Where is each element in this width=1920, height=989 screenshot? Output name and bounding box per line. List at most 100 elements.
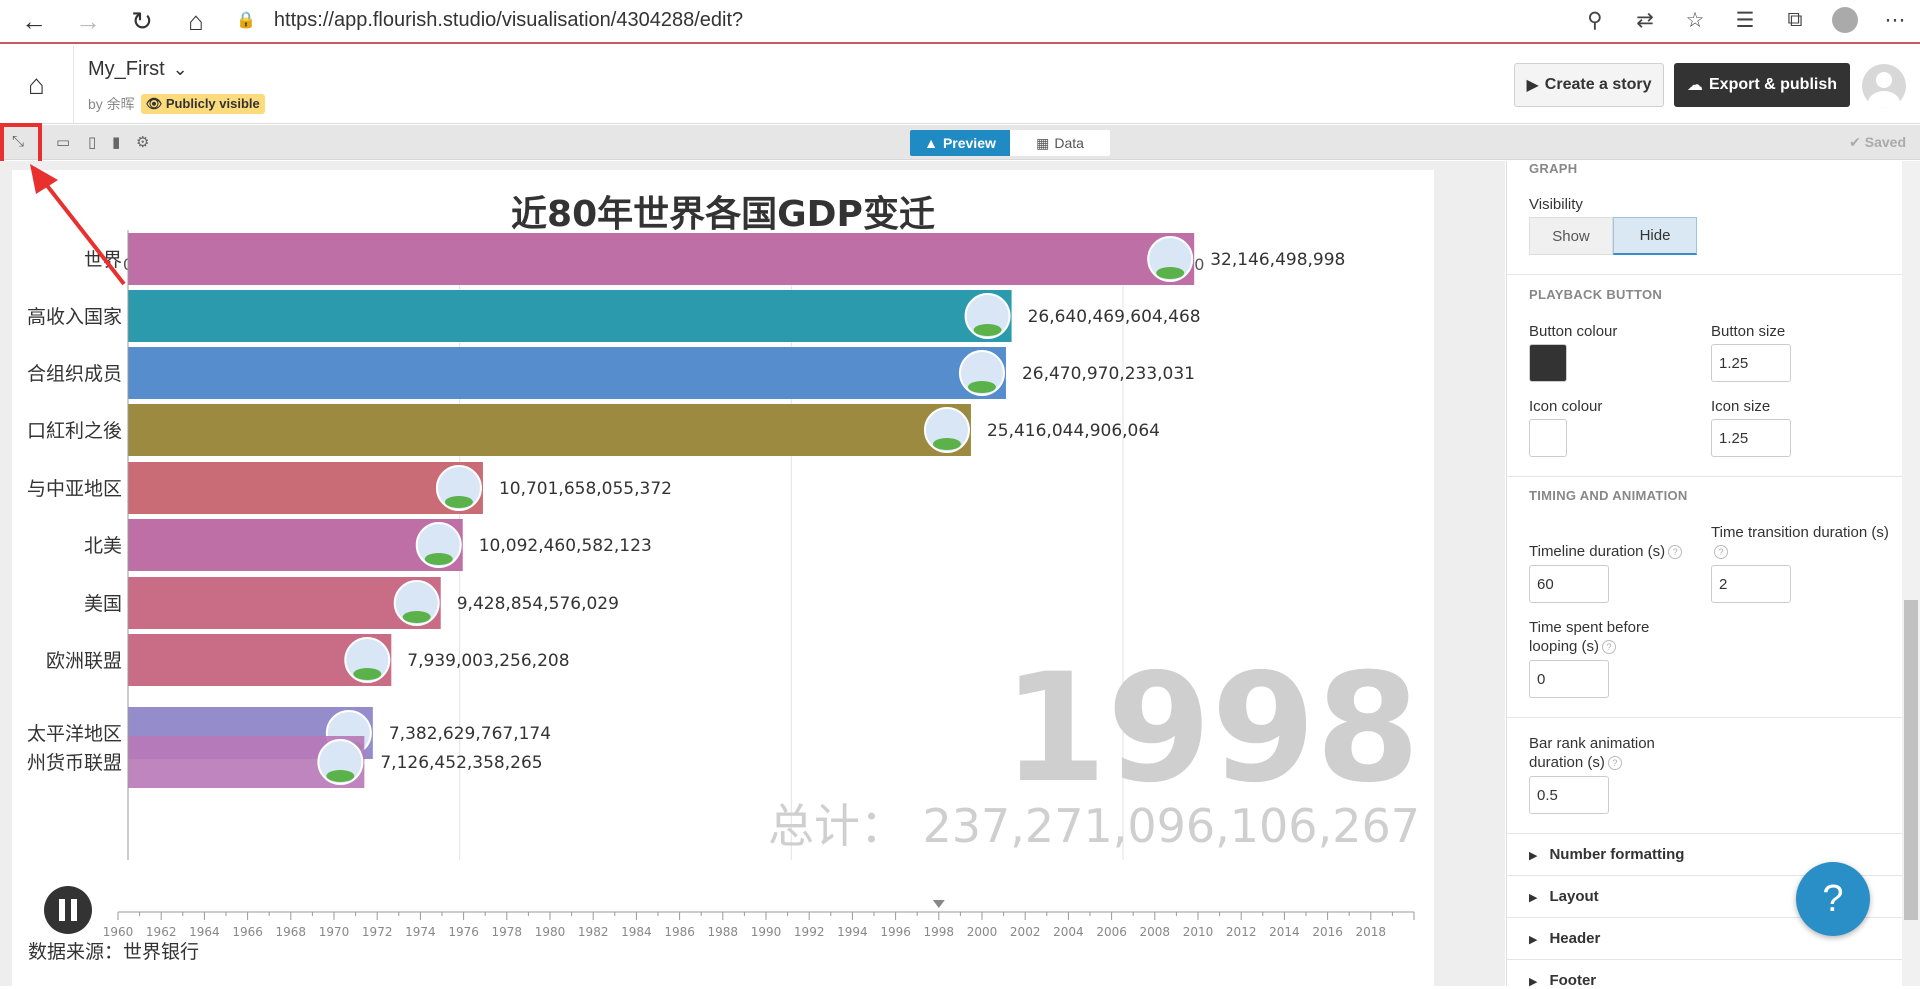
timeline-year-label: 1998 — [924, 925, 955, 939]
accordion-header[interactable]: ▶ Header — [1529, 930, 1600, 947]
timeline-year-label: 2002 — [1010, 925, 1041, 939]
current-year: 1998 — [1003, 642, 1420, 816]
cloud-upload-icon: ☁ — [1687, 77, 1703, 94]
bar-category-label: 欧洲联盟 — [46, 650, 122, 672]
icon-colour-swatch[interactable] — [1529, 419, 1567, 457]
tab-preview[interactable]: ▲ Preview — [910, 130, 1010, 156]
total-label: 总计： — [768, 799, 906, 853]
app-home-icon[interactable]: ⌂ — [0, 46, 74, 124]
star-icon[interactable]: ☆ — [1670, 8, 1720, 33]
timeline-year-label: 1994 — [837, 925, 868, 939]
timeline-year-label: 1972 — [362, 925, 393, 939]
accordion-footer[interactable]: ▶ Footer — [1529, 972, 1596, 989]
collections-icon[interactable]: ⧉ — [1770, 8, 1820, 32]
timeline-duration-text: Timeline duration (s) — [1529, 543, 1666, 560]
source-note: 数据来源：世界银行 — [28, 941, 199, 963]
more-icon[interactable]: ⋯ — [1870, 8, 1920, 33]
bar-image-grass — [932, 438, 961, 450]
mobile-icon[interactable]: ▮ — [112, 133, 120, 151]
bar-category-label: 北美 — [84, 535, 122, 557]
visibility-label: Visibility — [1529, 196, 1583, 213]
author: by 余晖 — [88, 96, 135, 112]
hide-option[interactable]: Hide — [1613, 217, 1697, 255]
bar-value-label: 25,416,044,906,064 — [987, 421, 1160, 441]
timeline-year-label: 1980 — [535, 925, 566, 939]
favorites-icon[interactable]: ☰ — [1720, 8, 1770, 33]
help-icon[interactable]: ? — [1607, 756, 1622, 771]
lock-icon: 🔒 — [236, 12, 256, 29]
bar — [128, 233, 1195, 285]
help-icon[interactable]: ? — [1714, 545, 1728, 560]
chevron-down-icon: ⌄ — [172, 59, 188, 79]
help-icon[interactable]: ? — [1602, 640, 1617, 655]
key-icon[interactable]: ⚲ — [1570, 8, 1620, 33]
project-title[interactable]: My_First ⌄ — [88, 58, 188, 81]
timeline-year-label: 1976 — [448, 925, 479, 939]
bar-value-label: 7,126,452,358,265 — [380, 753, 542, 773]
home-icon[interactable]: ⌂ — [176, 1, 216, 41]
time-transition-input[interactable]: 2 — [1711, 565, 1791, 603]
timeline-year-label: 1962 — [146, 925, 177, 939]
bar-value-label: 32,146,498,998 — [1210, 250, 1345, 270]
timeline-year-label: 1982 — [578, 925, 609, 939]
icon-size-input[interactable]: 1.25 — [1711, 419, 1791, 457]
timeline-duration-input[interactable]: 60 — [1529, 565, 1609, 603]
bar-value-label: 26,470,970,233,031 — [1022, 364, 1195, 384]
divider — [1507, 274, 1920, 275]
caret-right-icon: ▶ — [1529, 976, 1538, 988]
timeline-year-label: 2014 — [1269, 925, 1300, 939]
accordion-layout[interactable]: ▶ Layout — [1529, 888, 1599, 905]
playback-section-title: PLAYBACK BUTTON — [1529, 287, 1663, 302]
icon-colour-label: Icon colour — [1529, 398, 1603, 415]
bar-category-label: 太平洋地区 — [27, 723, 122, 745]
eye-icon: 👁 — [145, 96, 166, 111]
divider — [1507, 476, 1920, 477]
panel-scrollbar-thumb[interactable] — [1904, 600, 1918, 920]
time-spent-text: Time spent before looping (s) — [1529, 619, 1650, 655]
divider — [1507, 959, 1920, 960]
address-bar[interactable]: 🔒 https://app.flourish.studio/visualisat… — [236, 0, 743, 40]
avatar[interactable] — [1862, 64, 1906, 108]
saved-text: Saved — [1864, 134, 1906, 150]
timeline-year-label: 1992 — [794, 925, 825, 939]
tab-preview-label: Preview — [942, 135, 996, 151]
tablet-icon[interactable]: ▯ — [88, 133, 96, 151]
create-story-label: Create a story — [1544, 76, 1652, 93]
create-story-button[interactable]: ▶ Create a story — [1514, 63, 1664, 107]
timeline-year-label: 1988 — [708, 925, 739, 939]
help-icon[interactable]: ? — [1668, 545, 1683, 560]
help-button[interactable]: ? — [1796, 862, 1870, 936]
settings-panel: GRAPH Visibility Show Hide PLAYBACK BUTT… — [1506, 161, 1920, 989]
forward-icon[interactable]: → — [68, 1, 108, 41]
caret-right-icon: ▶ — [1529, 934, 1538, 946]
translate-icon[interactable]: ⇄ — [1620, 8, 1670, 33]
visibility-badge[interactable]: 👁 Publicly visible — [140, 94, 265, 114]
button-size-input[interactable]: 1.25 — [1711, 344, 1791, 382]
timing-section-title: TIMING AND ANIMATION — [1529, 488, 1688, 503]
bar — [128, 462, 483, 514]
caret-right-icon: ▶ — [1529, 850, 1538, 862]
accordion-number-formatting[interactable]: ▶ Number formatting — [1529, 846, 1684, 863]
caret-right-icon: ▶ — [1529, 892, 1538, 904]
bar-rank-input[interactable]: 0.5 — [1529, 776, 1609, 814]
tab-data[interactable]: ▦ Data — [1010, 130, 1110, 156]
profile-icon[interactable] — [1832, 7, 1858, 33]
desktop-icon[interactable]: ▭ — [56, 133, 70, 151]
back-icon[interactable]: ← — [14, 1, 54, 41]
export-publish-button[interactable]: ☁ Export & publish — [1674, 63, 1850, 107]
show-option[interactable]: Show — [1529, 217, 1613, 255]
timeline-year-label: 1984 — [621, 925, 652, 939]
bar-category-label: 州货币联盟 — [27, 752, 122, 774]
time-transition-label: Time transition duration (s)? — [1711, 523, 1891, 561]
pause-button[interactable] — [44, 886, 92, 934]
settings-icon[interactable]: ⚙ — [136, 133, 149, 151]
button-colour-swatch[interactable] — [1529, 344, 1567, 382]
timeline-year-label: 1968 — [276, 925, 307, 939]
accordion-label: Number formatting — [1549, 846, 1685, 863]
reload-icon[interactable]: ↻ — [122, 1, 162, 41]
graph-section-title: GRAPH — [1529, 161, 1578, 176]
timeline-year-label: 1970 — [319, 925, 350, 939]
timeline-year-label: 1974 — [405, 925, 436, 939]
time-spent-input[interactable]: 0 — [1529, 660, 1609, 698]
bar-chart-race: 近80年世界各国GDP变迁010,000,000,000,00020,000,0… — [12, 193, 1420, 963]
